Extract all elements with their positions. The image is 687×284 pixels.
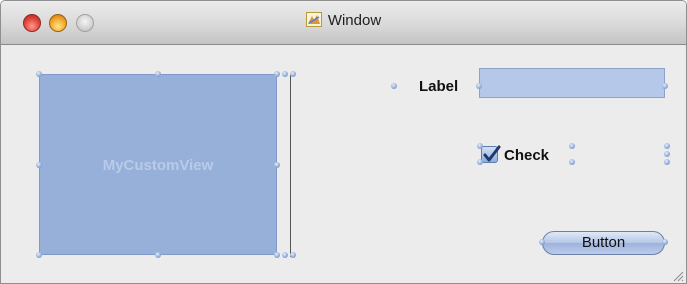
selection-handle[interactable] [274, 71, 280, 77]
selection-handle[interactable] [476, 83, 482, 89]
selection-handle[interactable] [282, 252, 288, 258]
app-icon [305, 12, 322, 27]
text-field[interactable] [479, 68, 665, 98]
selection-handle[interactable] [569, 159, 575, 165]
selection-handle[interactable] [274, 252, 280, 258]
selection-handle[interactable] [274, 162, 280, 168]
selection-handle[interactable] [155, 71, 161, 77]
checkbox[interactable] [481, 145, 501, 163]
resize-grip-icon[interactable] [670, 268, 684, 282]
selection-handle[interactable] [539, 239, 545, 245]
selection-handle[interactable] [282, 71, 288, 77]
selection-handle[interactable] [155, 252, 161, 258]
selection-handle[interactable] [664, 151, 670, 157]
checkbox-label: Check [504, 147, 550, 164]
selection-handle[interactable] [664, 143, 670, 149]
window-title-area: Window [1, 12, 686, 29]
window-content: MyCustomView Label Check Button [1, 45, 686, 283]
selection-handle[interactable] [662, 83, 668, 89]
selection-handle[interactable] [664, 159, 670, 165]
window: Window MyCustomView Label Check Button [0, 0, 687, 284]
selection-handle[interactable] [662, 239, 668, 245]
title-bar[interactable]: Window [1, 1, 686, 45]
vertical-guide [290, 75, 291, 257]
selection-handle[interactable] [36, 71, 42, 77]
selection-handle[interactable] [36, 162, 42, 168]
push-button[interactable]: Button [542, 231, 665, 255]
selection-handle[interactable] [477, 143, 483, 149]
window-title: Window [327, 12, 382, 29]
selection-handle[interactable] [569, 143, 575, 149]
selection-handle[interactable] [36, 252, 42, 258]
selection-handle[interactable] [290, 252, 296, 258]
label-control: Label [419, 78, 459, 95]
selection-handle[interactable] [391, 83, 397, 89]
custom-view-label: MyCustomView [102, 157, 214, 174]
custom-view[interactable]: MyCustomView [39, 74, 277, 255]
selection-handle[interactable] [290, 71, 296, 77]
checkmark-icon [483, 145, 501, 162]
selection-handle[interactable] [477, 159, 483, 165]
